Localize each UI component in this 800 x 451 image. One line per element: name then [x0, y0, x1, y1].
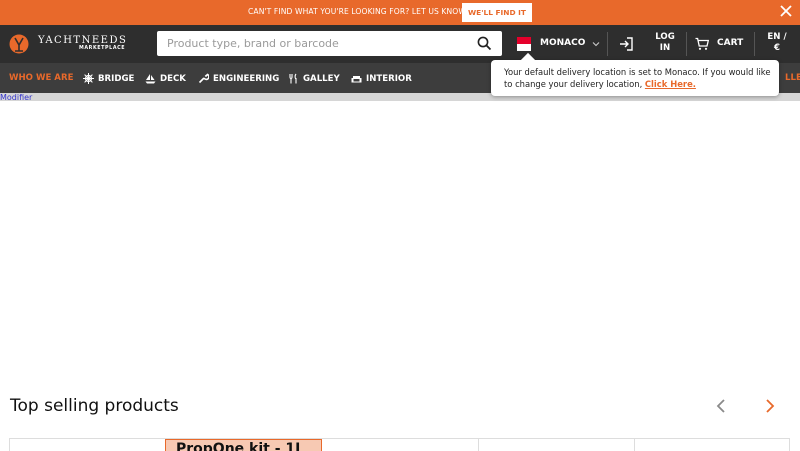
- nav-item-label: DECK: [160, 73, 186, 84]
- login-line-1: LOG: [655, 32, 675, 42]
- card-border: [634, 439, 635, 451]
- chevron-right-icon[interactable]: [763, 398, 777, 414]
- cart-icon[interactable]: [695, 37, 709, 51]
- logo-subtitle: MARKETPLACE: [79, 46, 126, 51]
- delivery-location-tooltip: Your default delivery location is set to…: [491, 52, 779, 96]
- change-location-link[interactable]: Click Here.: [645, 79, 696, 89]
- close-icon[interactable]: [780, 5, 792, 17]
- logo-name[interactable]: YACHTNEEDS: [38, 35, 127, 46]
- product-carousel: PropOne kit - 1L: [9, 438, 790, 451]
- chevron-down-icon[interactable]: [592, 40, 600, 48]
- card-border: [789, 439, 790, 451]
- cutlery-icon: [289, 73, 297, 84]
- wrench-icon: [198, 73, 209, 84]
- nav-item-seller[interactable]: LLER: [785, 73, 800, 83]
- divider: [686, 32, 687, 56]
- card-border: [9, 439, 10, 451]
- broken-image-link[interactable]: Modifier: [0, 93, 32, 102]
- nav-item-label: GALLEY: [303, 73, 340, 84]
- nav-item-galley[interactable]: GALLEY: [288, 73, 340, 84]
- language-label: EN /: [767, 32, 787, 42]
- monaco-flag-icon[interactable]: [517, 37, 531, 51]
- nav-item-engineering[interactable]: ENGINEERING: [198, 73, 279, 84]
- login-line-2: IN: [659, 43, 671, 53]
- product-card[interactable]: PropOne kit - 1L: [165, 439, 322, 451]
- nav-item-bridge[interactable]: BRIDGE: [83, 73, 134, 84]
- divider: [607, 32, 608, 56]
- chevron-left-icon[interactable]: [714, 398, 728, 414]
- nav-item-label: INTERIOR: [366, 73, 412, 84]
- nav-item-interior[interactable]: INTERIOR: [351, 73, 412, 84]
- search-icon[interactable]: [477, 36, 492, 51]
- promo-banner: CAN'T FIND WHAT YOU'RE LOOKING FOR? LET …: [0, 0, 800, 25]
- login-icon[interactable]: [619, 37, 633, 51]
- tooltip-text: Your default delivery location is set to…: [504, 66, 774, 90]
- sofa-icon: [351, 76, 362, 83]
- search-box: [157, 31, 502, 56]
- search-input[interactable]: [157, 31, 467, 56]
- banner-text: CAN'T FIND WHAT YOU'RE LOOKING FOR? LET …: [248, 7, 466, 16]
- nav-item-label: ENGINEERING: [213, 73, 280, 84]
- find-it-button[interactable]: WE'LL FIND IT: [462, 3, 532, 22]
- nav-item-who-we-are[interactable]: WHO WE ARE: [9, 73, 73, 83]
- sailboat-icon: [145, 74, 156, 84]
- delivery-country-selector[interactable]: MONACO: [540, 38, 585, 48]
- card-border: [478, 439, 479, 451]
- nav-item-label: BRIDGE: [98, 73, 135, 84]
- section-title: Top selling products: [10, 396, 179, 416]
- nav-item-deck[interactable]: DECK: [145, 73, 186, 84]
- language-currency-selector[interactable]: EN / €: [762, 32, 792, 54]
- ship-wheel-icon: [83, 73, 94, 84]
- login-link[interactable]: LOG IN: [651, 32, 679, 54]
- site-header: YACHTNEEDS MARKETPLACE MONACO LOG IN CAR…: [0, 25, 800, 63]
- cart-link[interactable]: CART: [717, 38, 743, 48]
- divider: [754, 32, 755, 56]
- tooltip-message: Your default delivery location is set to…: [504, 67, 771, 89]
- currency-label: €: [774, 43, 780, 53]
- nav-item-label: WHO WE ARE: [9, 73, 74, 83]
- logo-icon[interactable]: [9, 34, 29, 54]
